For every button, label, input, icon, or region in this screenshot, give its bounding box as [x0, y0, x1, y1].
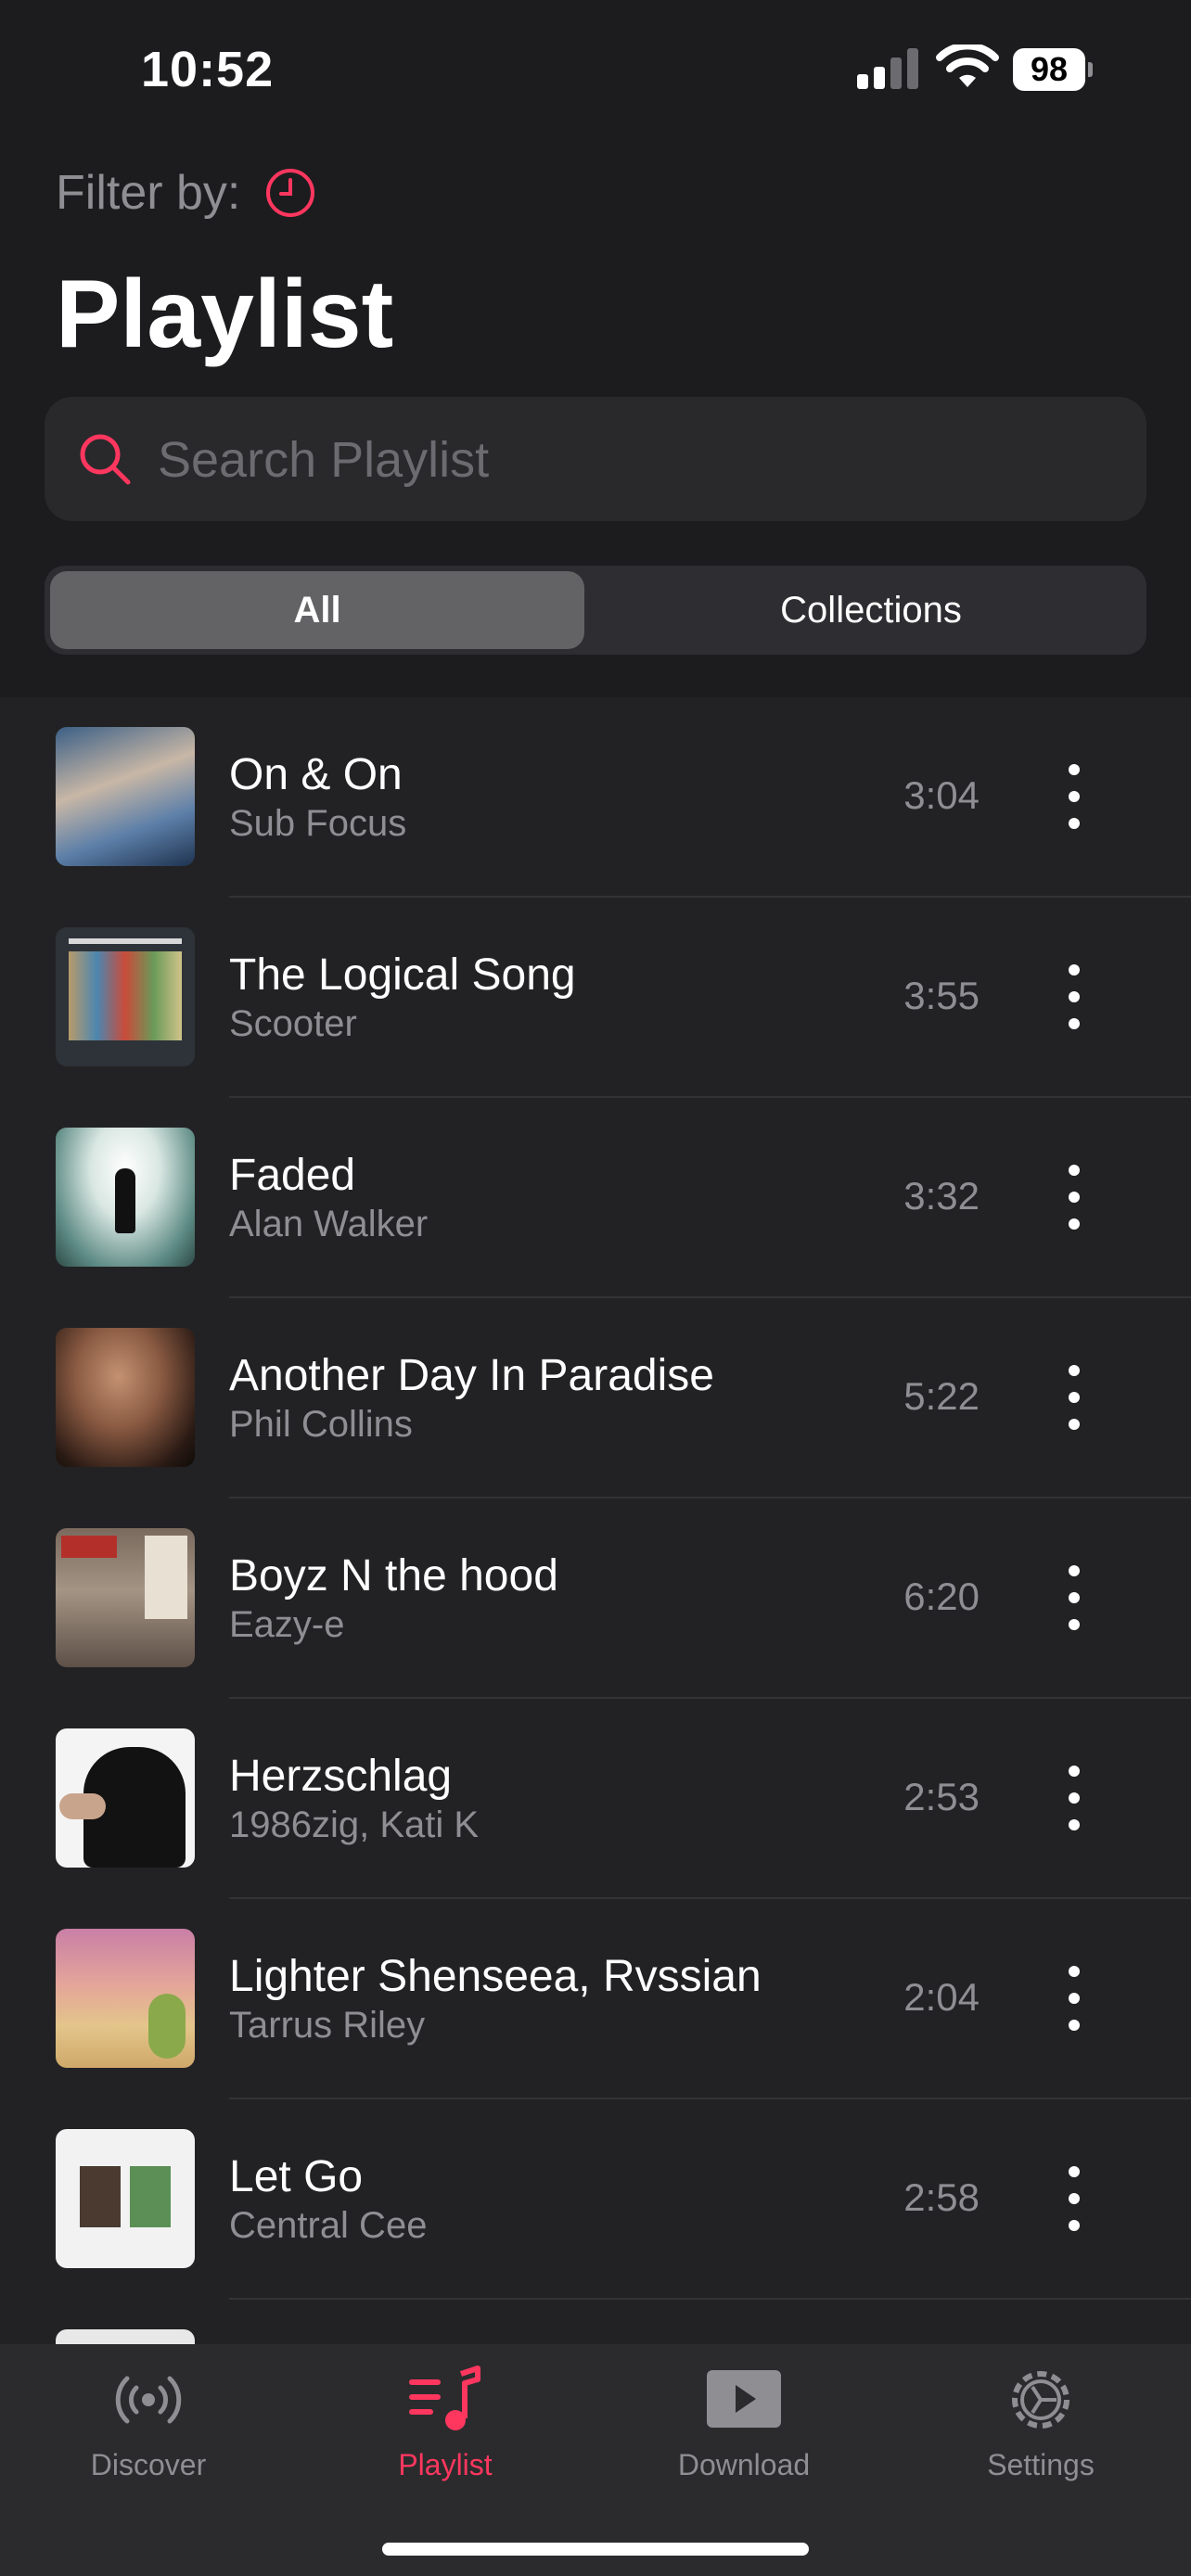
song-duration: 5:22	[903, 1374, 980, 1418]
song-duration: 3:55	[903, 974, 980, 1017]
list-item[interactable]: Boyz N the hood Eazy-e 6:20	[0, 1498, 1191, 1699]
song-artist: Eazy-e	[229, 1604, 345, 1645]
song-duration: 3:04	[903, 773, 980, 817]
list-item[interactable]: Let Go Central Cee 2:58	[0, 2099, 1191, 2300]
song-duration: 6:20	[903, 1575, 980, 1618]
song-duration: 2:58	[903, 2175, 980, 2219]
home-indicator	[382, 2543, 809, 2556]
album-art	[56, 927, 195, 1066]
search-input[interactable]	[156, 415, 1124, 504]
song-title: Let Go	[229, 2152, 364, 2201]
song-artist: Scooter	[229, 1003, 357, 1044]
album-art	[56, 1728, 195, 1868]
list-item[interactable]: Another Day In Paradise Phil Collins 5:2…	[0, 1298, 1191, 1498]
song-title: On & On	[229, 750, 403, 799]
music-list-icon	[409, 2366, 480, 2430]
cellular-signal-icon	[857, 48, 918, 89]
list-item[interactable]	[0, 2300, 1191, 2344]
song-artist: Tarrus Riley	[229, 2005, 426, 2046]
album-art	[56, 1128, 195, 1267]
search-icon	[80, 434, 131, 485]
more-options-icon[interactable]	[1057, 1165, 1091, 1230]
more-options-icon[interactable]	[1057, 764, 1091, 829]
wifi-icon	[936, 45, 999, 87]
tab-label: Settings	[987, 2448, 1095, 2481]
more-options-icon[interactable]	[1057, 1766, 1091, 1830]
segment-collections[interactable]: Collections	[601, 571, 1141, 649]
album-art	[56, 2329, 195, 2344]
page-title: Playlist	[56, 261, 394, 368]
filter-by[interactable]: Filter by:	[56, 165, 316, 221]
broadcast-icon	[115, 2376, 182, 2424]
tab-download[interactable]: Download	[642, 2363, 846, 2482]
more-options-icon[interactable]	[1057, 2166, 1091, 2231]
album-art	[56, 1929, 195, 2068]
more-options-icon[interactable]	[1057, 964, 1091, 1029]
song-duration: 3:32	[903, 1174, 980, 1218]
more-options-icon[interactable]	[1057, 1565, 1091, 1630]
tab-label: Discover	[90, 2448, 207, 2481]
song-title: Herzschlag	[229, 1752, 453, 1801]
album-art	[56, 727, 195, 866]
clock-icon[interactable]	[264, 167, 316, 219]
album-art	[56, 2129, 195, 2268]
segmented-control: All Collections	[45, 566, 1146, 655]
tab-discover[interactable]: Discover	[46, 2363, 250, 2482]
more-options-icon[interactable]	[1057, 1966, 1091, 2031]
tab-label: Download	[677, 2448, 811, 2481]
status-bar: 10:52 98	[0, 0, 1191, 139]
battery-level: 98	[1013, 48, 1085, 91]
search-bar[interactable]	[45, 397, 1146, 521]
status-time: 10:52	[141, 42, 275, 97]
song-artist: Central Cee	[229, 2205, 428, 2246]
song-duration: 2:53	[903, 1775, 980, 1818]
play-box-icon	[707, 2370, 781, 2428]
list-item[interactable]: Herzschlag 1986zig, Kati K 2:53	[0, 1699, 1191, 1899]
song-title: Another Day In Paradise	[229, 1351, 714, 1400]
song-title: Boyz N the hood	[229, 1551, 558, 1600]
song-title: Faded	[229, 1151, 356, 1200]
more-options-icon[interactable]	[1057, 1365, 1091, 1430]
album-art	[56, 1528, 195, 1667]
song-artist: Alan Walker	[229, 1204, 429, 1244]
tab-playlist[interactable]: Playlist	[343, 2363, 547, 2482]
list-item[interactable]: Faded Alan Walker 3:32	[0, 1098, 1191, 1298]
song-artist: Sub Focus	[229, 803, 407, 844]
segment-all[interactable]: All	[50, 571, 584, 649]
tab-settings[interactable]: Settings	[939, 2363, 1143, 2482]
album-art	[56, 1328, 195, 1467]
song-duration: 2:04	[903, 1975, 980, 2019]
song-title: Lighter Shenseea, Rvssian	[229, 1952, 762, 2001]
tab-bar: Discover Playlist Download Settings	[0, 2344, 1191, 2576]
song-artist: Phil Collins	[229, 1404, 413, 1445]
list-item[interactable]: The Logical Song Scooter 3:55	[0, 898, 1191, 1098]
list-item[interactable]: On & On Sub Focus 3:04	[0, 697, 1191, 898]
gear-icon	[1012, 2371, 1069, 2429]
list-item[interactable]: Lighter Shenseea, Rvssian Tarrus Riley 2…	[0, 1899, 1191, 2099]
song-title: The Logical Song	[229, 950, 576, 1000]
song-artist: 1986zig, Kati K	[229, 1804, 480, 1845]
battery-icon: 98	[1013, 48, 1093, 91]
filter-label: Filter by:	[56, 166, 241, 220]
tab-label: Playlist	[398, 2448, 493, 2481]
song-list: On & On Sub Focus 3:04 The Logical Song …	[0, 697, 1191, 2344]
